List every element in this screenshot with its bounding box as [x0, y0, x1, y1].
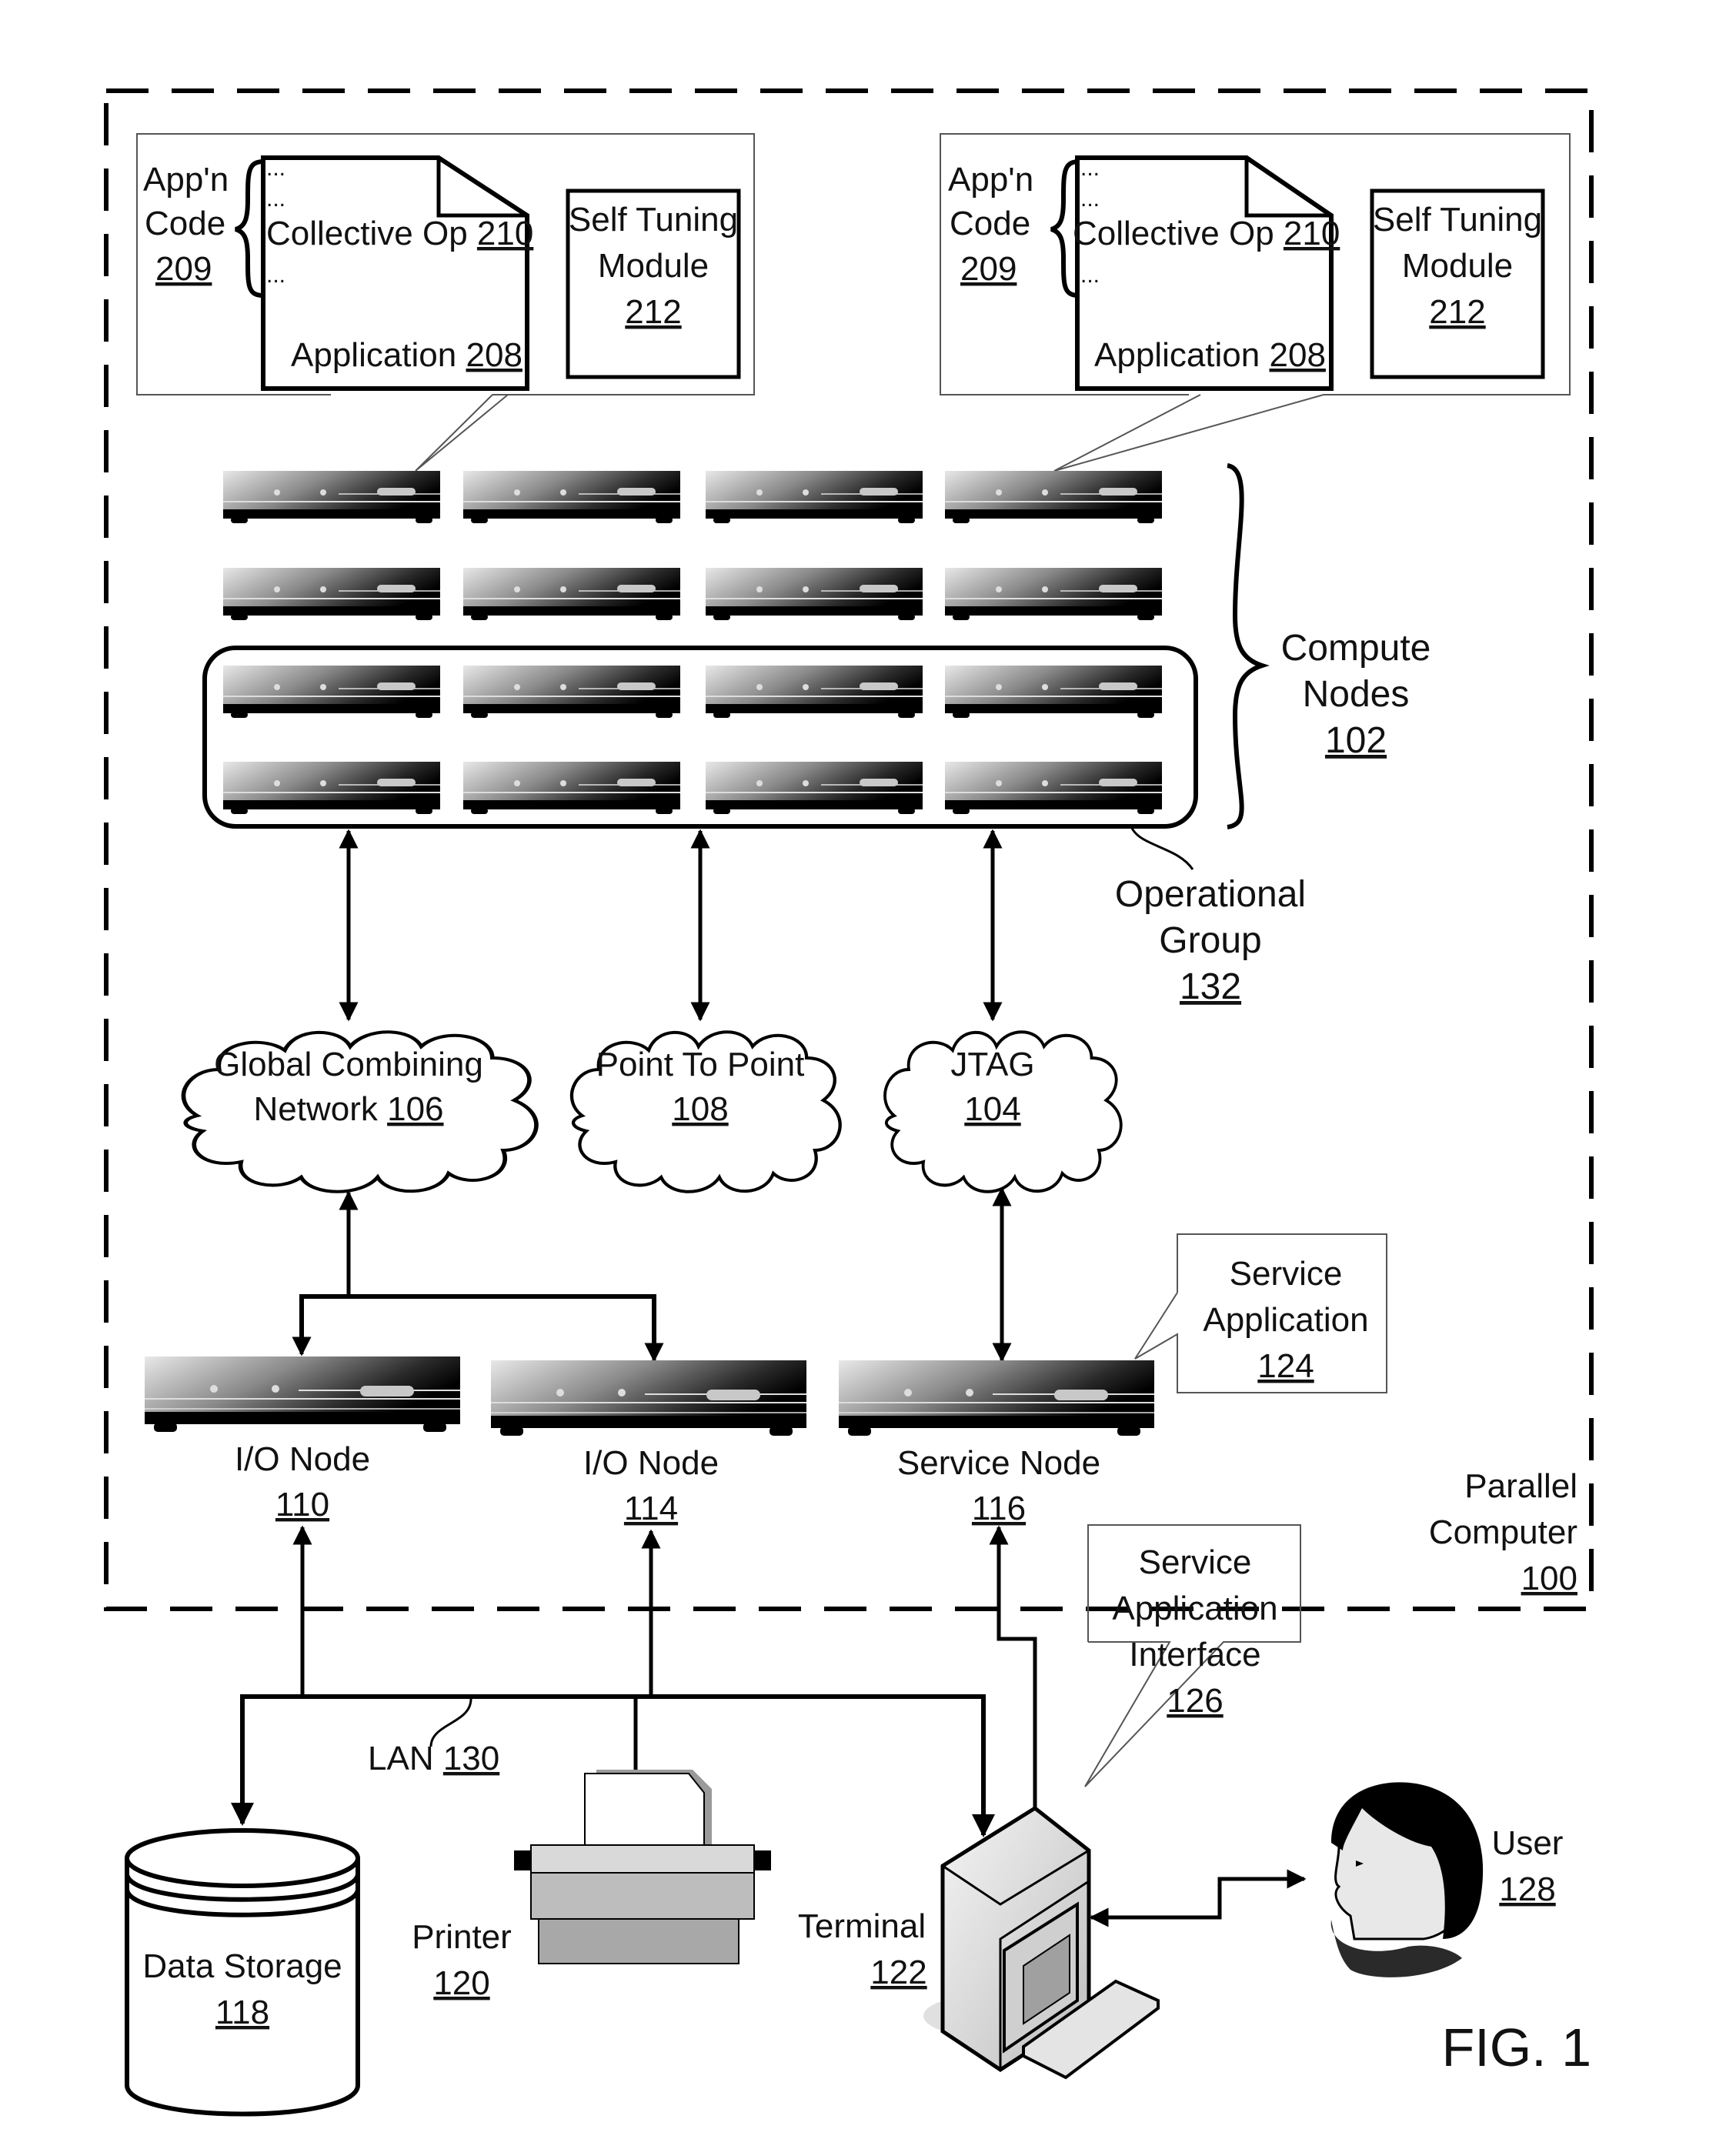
- compute-node-icon: [462, 470, 681, 524]
- io-node-ref: 110: [275, 1486, 329, 1523]
- service-application-label: Application: [1203, 1301, 1368, 1339]
- lan-label: LAN 130: [368, 1740, 499, 1777]
- network-ref: 104: [964, 1090, 1020, 1128]
- ellipsis: ...: [1080, 155, 1100, 181]
- terminal-user-link: [1089, 1869, 1307, 1927]
- terminal-ref: 122: [870, 1954, 926, 1991]
- network-ref: 108: [672, 1090, 728, 1128]
- parallel-computer-ref: 100: [1521, 1560, 1577, 1597]
- appn-code-label: Code: [145, 205, 225, 242]
- network-label: Point To Point: [596, 1046, 805, 1083]
- compute-node-icon: [222, 761, 441, 815]
- appn-code-ref: 209: [155, 250, 212, 288]
- ellipsis: ...: [266, 186, 285, 212]
- self-tuning-label: Module: [598, 247, 709, 285]
- ellipsis: ...: [266, 262, 285, 288]
- application-label: Application 208: [1094, 336, 1326, 374]
- user-label: User: [1492, 1824, 1564, 1862]
- operational-group-label: Group: [1159, 920, 1261, 961]
- compute-node-icon: [944, 761, 1163, 815]
- io-node-ref: 114: [624, 1490, 678, 1527]
- operational-group-label: Operational: [1115, 874, 1306, 915]
- service-node-icon: [838, 1360, 1155, 1437]
- compute-node-icon: [462, 761, 681, 815]
- service-application-label: Service: [1230, 1255, 1343, 1293]
- service-app-interface-label: Service: [1139, 1543, 1252, 1581]
- printer-icon: [514, 1770, 771, 1964]
- compute-nodes-ref: 102: [1325, 720, 1387, 761]
- self-tuning-label: Module: [1402, 247, 1513, 285]
- compute-node-icon: [705, 470, 923, 524]
- parallel-computer-label: Parallel: [1464, 1467, 1577, 1505]
- ellipsis: ...: [266, 155, 285, 181]
- network-label: Global Combining: [214, 1046, 483, 1083]
- io-node-114-icon: [490, 1360, 807, 1437]
- appn-code-label: App'n: [948, 161, 1033, 199]
- terminal-icon: [923, 1805, 1160, 2080]
- compute-node-icon: [705, 761, 923, 815]
- self-tuning-ref: 212: [1429, 293, 1485, 331]
- collective-op-label: Collective Op 210: [1073, 215, 1340, 252]
- service-app-interface-label: Interface: [1129, 1636, 1260, 1673]
- service-node-label: Service Node: [897, 1444, 1100, 1482]
- figure-label: FIG. 1: [1442, 2017, 1591, 2077]
- parallel-computer-label: Computer: [1429, 1513, 1577, 1551]
- service-node-to-terminal: [989, 1525, 1045, 1845]
- service-app-interface-ref: 126: [1167, 1682, 1223, 1720]
- service-node-ref: 116: [972, 1490, 1026, 1527]
- compute-nodes-label: Nodes: [1303, 674, 1410, 715]
- self-tuning-label: Self Tuning: [569, 201, 738, 239]
- data-storage-ref: 118: [215, 1994, 269, 2031]
- compute-node-icon: [705, 665, 923, 719]
- compute-node-icon: [944, 665, 1163, 719]
- compute-nodes-grid: [222, 470, 1163, 815]
- service-app-interface-label: Application: [1112, 1590, 1277, 1627]
- data-storage-label: Data Storage: [142, 1947, 342, 1985]
- terminal-label: Terminal: [798, 1907, 926, 1945]
- compute-node-icon: [705, 567, 923, 621]
- self-tuning-label: Self Tuning: [1373, 201, 1542, 239]
- compute-node-icon: [222, 470, 441, 524]
- compute-node-icon: [944, 470, 1163, 524]
- compute-nodes-brace: [1227, 463, 1270, 829]
- ellipsis: ...: [1080, 186, 1100, 212]
- network-label: JTAG: [950, 1046, 1034, 1083]
- compute-node-icon: [944, 567, 1163, 621]
- compute-node-icon: [222, 665, 441, 719]
- printer-label: Printer: [412, 1918, 512, 1956]
- appn-code-label: App'n: [143, 161, 229, 199]
- app-panel-left: App'n Code 209 ... ... ... Collective Op…: [136, 133, 755, 472]
- network-label: Network 106: [253, 1090, 443, 1128]
- application-label: Application 208: [291, 336, 522, 374]
- service-application-ref: 124: [1257, 1347, 1314, 1385]
- compute-node-icon: [462, 567, 681, 621]
- compute-node-icon: [462, 665, 681, 719]
- user-icon: [1330, 1782, 1484, 1977]
- operational-group-ref: 132: [1180, 966, 1241, 1007]
- compute-nodes-label: Compute: [1281, 628, 1431, 669]
- appn-code-ref: 209: [960, 250, 1017, 288]
- gcn-branch: [299, 1294, 656, 1354]
- printer-ref: 120: [433, 1964, 489, 2002]
- app-panel-right: App'n Code 209 ... ... ... Collective Op…: [940, 133, 1571, 472]
- collective-op-label: Collective Op 210: [266, 215, 533, 252]
- compute-node-icon: [222, 567, 441, 621]
- user-ref: 128: [1499, 1870, 1555, 1908]
- parallel-computer-diagram: App'n Code 209 ... ... ... Collective Op…: [104, 88, 1594, 2117]
- appn-code-label: Code: [950, 205, 1030, 242]
- self-tuning-ref: 212: [625, 293, 681, 331]
- operational-group-leader: [1130, 826, 1194, 870]
- io-node-110-icon: [144, 1356, 461, 1433]
- code-brace-icon: [235, 159, 264, 298]
- ellipsis: ...: [1080, 262, 1100, 288]
- io-node-label: I/O Node: [583, 1444, 719, 1482]
- io-node-label: I/O Node: [235, 1440, 370, 1478]
